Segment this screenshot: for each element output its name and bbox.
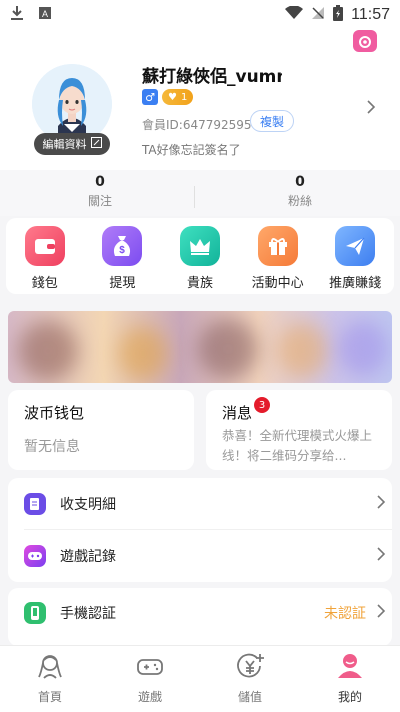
notification-a-icon: A [38, 6, 52, 24]
wallet-icon [24, 226, 65, 266]
verification-list: 手機認証 未認証 [8, 588, 392, 646]
phone-icon [24, 602, 46, 624]
signature: TA好像忘記簽名了 [142, 143, 241, 157]
chevron-right-icon [376, 603, 386, 624]
fans-stat[interactable]: 0 粉絲 [200, 170, 400, 216]
yen-coin-icon [235, 652, 265, 684]
gamepad-icon [24, 545, 46, 567]
list-item-game-records[interactable]: 遊戲記錄 [8, 530, 392, 582]
download-icon [10, 5, 24, 25]
menu-item-activity[interactable]: 活動中心 [239, 218, 317, 294]
list-label-phone-verification: 手機認証 [60, 606, 116, 622]
fans-count: 0 [295, 174, 305, 190]
list-label-game-records: 遊戲記錄 [60, 549, 116, 565]
user-icon [335, 652, 365, 684]
bottom-tab-bar: 首頁 遊戲 儲值 我的 [0, 645, 400, 712]
svg-text:$: $ [120, 245, 126, 256]
copy-button[interactable]: 複製 [250, 110, 294, 132]
list-item-phone-verification[interactable]: 手機認証 未認証 [8, 588, 392, 638]
tab-mine[interactable]: 我的 [300, 646, 400, 712]
menu-label-wallet: 錢包 [31, 276, 58, 291]
settings-icon[interactable] [353, 30, 377, 52]
menu-label-activity: 活動中心 [251, 276, 304, 291]
edit-profile-button[interactable]: 編輯資料 [34, 133, 110, 155]
level-badge: ♥ 1 [162, 89, 194, 105]
menu-label-noble: 貴族 [186, 276, 213, 291]
tab-recharge[interactable]: 儲值 [200, 646, 300, 712]
list-label-transactions: 收支明細 [60, 497, 116, 513]
edit-icon [90, 137, 102, 151]
chevron-right-icon [376, 494, 386, 515]
menu-item-promote[interactable]: 推廣賺錢 [316, 218, 394, 294]
paper-plane-icon [335, 226, 376, 266]
crown-icon [179, 226, 220, 266]
tab-label-games: 遊戲 [137, 690, 162, 704]
following-count: 0 [95, 174, 105, 190]
menu-item-noble[interactable]: 貴族 [161, 218, 239, 294]
member-id: 會員ID:647792595 [142, 118, 252, 132]
svg-text:A: A [42, 9, 48, 19]
stats-divider [194, 186, 195, 208]
status-time: 11:57 [351, 6, 390, 23]
menu-label-withdraw: 提現 [109, 276, 136, 291]
level-value: 1 [180, 91, 188, 103]
wifi-icon [285, 5, 304, 24]
username: 蘇打綠俠侶_vumn [142, 67, 282, 87]
avatar[interactable] [32, 64, 112, 144]
message-card-title: 消息 [222, 404, 253, 422]
heart-icon: ♥ [168, 91, 177, 103]
chevron-right-icon[interactable] [366, 96, 376, 120]
message-card-body: 恭喜！全新代理模式火爆上线！将二维码分享给... [222, 428, 373, 463]
tab-label-home: 首頁 [37, 690, 62, 704]
game-controller-icon [135, 652, 165, 684]
tab-label-recharge: 儲值 [237, 690, 262, 704]
menu-item-withdraw[interactable]: $ 提現 [84, 218, 162, 294]
stats-bar: 0 關注 0 粉絲 [0, 170, 400, 216]
tab-home[interactable]: 首頁 [0, 646, 100, 712]
money-bag-icon: $ [102, 226, 143, 266]
chevron-right-icon [376, 546, 386, 567]
status-bar: A 11:57 [0, 0, 400, 30]
no-signal-icon [311, 6, 325, 24]
fans-label: 粉絲 [287, 194, 312, 208]
wallet-card-title: 波币钱包 [24, 404, 85, 422]
promo-banner[interactable] [8, 311, 392, 383]
profile-header[interactable]: 編輯資料 蘇打綠俠侶_vumn ♂ ♥ 1 會員ID:647792595 複製 … [0, 30, 400, 170]
tab-games[interactable]: 遊戲 [100, 646, 200, 712]
verification-status: 未認証 [324, 606, 366, 622]
records-list: 收支明細 遊戲記錄 [8, 478, 392, 582]
document-icon [24, 493, 46, 515]
male-icon: ♂ [142, 89, 158, 105]
gift-icon [257, 226, 298, 266]
battery-icon [333, 5, 344, 25]
list-item-transactions[interactable]: 收支明細 [8, 478, 392, 530]
following-stat[interactable]: 0 關注 [0, 170, 200, 216]
tab-label-mine: 我的 [337, 690, 362, 704]
following-label: 關注 [87, 194, 112, 208]
wallet-card-body: 暂无信息 [24, 439, 80, 455]
edit-profile-label: 編輯資料 [42, 138, 87, 151]
user-badges: ♂ ♥ 1 [142, 89, 194, 105]
home-girl-icon [35, 652, 65, 684]
unread-badge: 3 [254, 397, 270, 413]
quick-menu: 錢包 $ 提現 貴族 活動中心 推廣賺錢 [6, 218, 394, 294]
menu-label-promote: 推廣賺錢 [329, 276, 382, 291]
message-card[interactable]: 消息 3 恭喜！全新代理模式火爆上线！将二维码分享给... [206, 390, 392, 470]
wallet-card[interactable]: 波币钱包 暂无信息 [8, 390, 194, 470]
menu-item-wallet[interactable]: 錢包 [6, 218, 84, 294]
